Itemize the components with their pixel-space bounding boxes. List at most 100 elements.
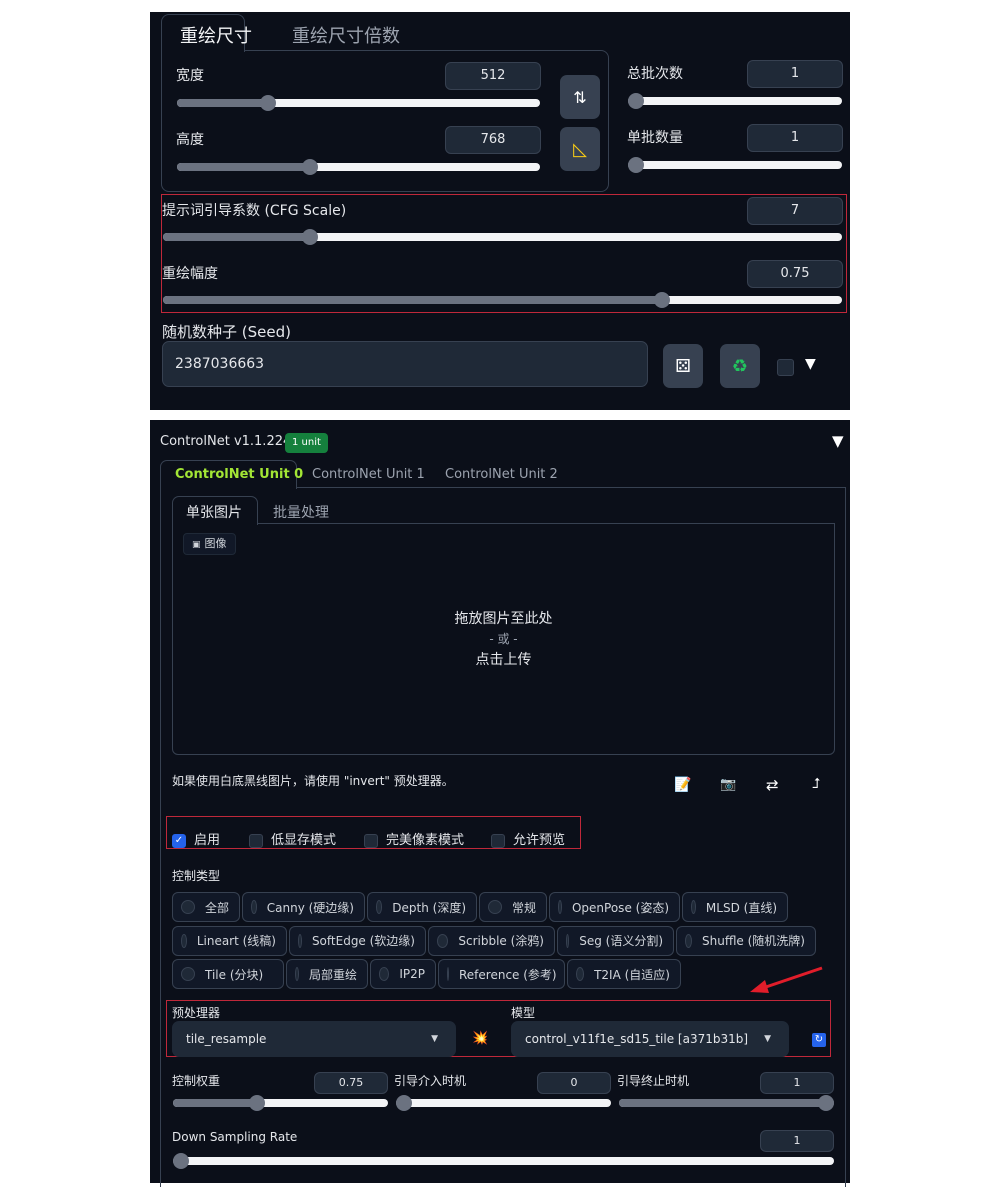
seed-label: 随机数种子 (Seed) [162, 323, 291, 341]
pixel-perfect-checkbox[interactable]: 完美像素模式 [364, 829, 464, 848]
radio-icon[interactable] [181, 933, 187, 948]
batch-size-input[interactable]: 1 [747, 124, 843, 152]
radio-icon[interactable] [437, 933, 449, 948]
slider-thumb[interactable] [818, 1095, 834, 1111]
denoise-input[interactable]: 0.75 [747, 260, 843, 288]
radio-icon[interactable] [685, 933, 692, 948]
control-type-radio[interactable]: T2IA (自适应) [567, 959, 681, 989]
enable-checkbox[interactable]: ✓ 启用 [172, 829, 220, 848]
batch-count-input[interactable]: 1 [747, 60, 843, 88]
weight-slider[interactable] [173, 1095, 388, 1111]
tab-unit-1[interactable]: ControlNet Unit 1 [312, 467, 425, 482]
collapse-toggle-icon[interactable]: ▼ [832, 432, 844, 450]
tab-unit-0-label[interactable]: ControlNet Unit 0 [175, 467, 303, 482]
controlnet-title[interactable]: ControlNet v1.1.224 [160, 434, 291, 449]
down-sampling-slider[interactable] [173, 1153, 834, 1169]
slider-thumb[interactable] [628, 157, 644, 173]
radio-icon[interactable] [295, 967, 299, 981]
control-type-radio[interactable]: Scribble (涂鸦) [428, 925, 555, 956]
checkbox-box[interactable] [491, 833, 505, 848]
control-type-radio[interactable]: OpenPose (姿态) [549, 892, 680, 922]
run-preprocessor-icon[interactable]: 💥 [472, 1031, 488, 1046]
image-drop-zone[interactable]: 拖放图片至此处 - 或 - 点击上传 [172, 560, 835, 750]
down-sampling-input[interactable]: 1 [760, 1130, 834, 1152]
control-type-radio[interactable]: IP2P [370, 959, 436, 989]
radio-icon[interactable] [379, 967, 390, 981]
reuse-seed-button[interactable]: ♻ [720, 344, 760, 388]
image-icon: ▣ [192, 540, 201, 550]
camera-icon[interactable]: 📷 [720, 777, 736, 792]
weight-input[interactable]: 0.75 [314, 1072, 388, 1094]
control-type-radio[interactable]: Depth (深度) [367, 892, 477, 922]
radio-icon[interactable] [691, 900, 696, 914]
random-seed-button[interactable]: ⚄ [663, 344, 703, 388]
control-type-radio[interactable]: 全部 [172, 892, 240, 922]
seed-input[interactable]: 2387036663 [162, 341, 648, 387]
slider-thumb[interactable] [396, 1095, 412, 1111]
extra-seed-toggle-icon[interactable]: ▼ [805, 356, 816, 372]
red-arrow-annotation [750, 966, 823, 993]
swap-icon[interactable]: ⇄ [766, 776, 779, 794]
control-type-radio[interactable]: 局部重绘 [286, 959, 368, 989]
slider-thumb[interactable] [628, 93, 644, 109]
cfg-slider[interactable] [163, 229, 842, 245]
height-slider[interactable] [177, 159, 540, 175]
batch-size-slider[interactable] [628, 157, 842, 173]
tab-resize-scale[interactable]: 重绘尺寸倍数 [292, 22, 400, 48]
control-type-radio[interactable]: SoftEdge (软边缘) [289, 925, 426, 956]
slider-thumb[interactable] [248, 1095, 265, 1111]
control-type-label: OpenPose (姿态) [571, 900, 669, 915]
control-type-radio[interactable]: MLSD (直线) [682, 892, 788, 922]
radio-icon[interactable] [488, 900, 502, 914]
radio-icon[interactable] [558, 900, 562, 914]
radio-icon[interactable] [181, 900, 195, 914]
guidance-start-slider[interactable] [396, 1095, 611, 1111]
tab-resize-label[interactable]: 重绘尺寸 [180, 22, 252, 48]
cfg-input[interactable]: 7 [747, 197, 843, 225]
guidance-end-input[interactable]: 1 [760, 1072, 834, 1094]
control-type-radio[interactable]: Reference (参考) [438, 959, 565, 989]
checkbox-checked[interactable]: ✓ [172, 833, 186, 848]
tab-batch[interactable]: 批量处理 [273, 502, 329, 522]
guidance-start-input[interactable]: 0 [537, 1072, 611, 1094]
radio-icon[interactable] [251, 900, 257, 914]
control-type-label: T2IA (自适应) [594, 967, 670, 982]
tab-unit-2[interactable]: ControlNet Unit 2 [445, 467, 558, 482]
tab-single-image-label[interactable]: 单张图片 [186, 502, 242, 522]
refresh-models-icon[interactable]: ↻ [812, 1033, 826, 1047]
preprocessor-select[interactable]: tile_resample ▼ [172, 1021, 456, 1057]
guidance-end-slider[interactable] [619, 1095, 834, 1111]
control-type-radio[interactable]: Canny (硬边缘) [242, 892, 365, 922]
send-dimensions-icon[interactable]: ⮥ [812, 776, 820, 792]
control-type-label: SoftEdge (软边缘) [311, 934, 415, 948]
allow-preview-checkbox[interactable]: 允许预览 [491, 829, 565, 848]
height-input[interactable]: 768 [445, 126, 541, 154]
radio-icon[interactable] [447, 967, 449, 981]
edit-icon[interactable]: 📝 [674, 777, 691, 793]
model-select[interactable]: control_v11f1e_sd15_tile [a371b31b] ▼ [511, 1021, 789, 1057]
swap-dimensions-button[interactable]: ⇅ [560, 75, 600, 119]
checkbox-box[interactable] [249, 833, 263, 848]
control-type-radio[interactable]: Lineart (线稿) [172, 925, 287, 956]
radio-icon[interactable] [576, 967, 585, 981]
control-type-radio[interactable]: Seg (语义分割) [557, 925, 674, 956]
control-type-radio[interactable]: Shuffle (随机洗牌) [676, 925, 816, 956]
radio-icon[interactable] [566, 933, 570, 948]
denoise-slider[interactable] [163, 292, 842, 308]
control-type-radio[interactable]: Tile (分块) [172, 959, 284, 989]
width-input[interactable]: 512 [445, 62, 541, 90]
extra-seed-checkbox[interactable] [777, 359, 794, 376]
batch-count-slider[interactable] [628, 93, 842, 109]
checkbox-label: 启用 [194, 833, 221, 848]
radio-icon[interactable] [181, 967, 195, 981]
slider-thumb[interactable] [173, 1153, 189, 1169]
low-vram-checkbox[interactable]: 低显存模式 [249, 829, 336, 848]
slider-thumb[interactable] [301, 159, 318, 175]
slider-thumb[interactable] [653, 292, 670, 308]
width-slider[interactable] [177, 95, 540, 111]
radio-icon[interactable] [376, 900, 383, 914]
checkbox-box[interactable] [364, 833, 378, 848]
radio-icon[interactable] [298, 933, 302, 948]
aspect-ratio-button[interactable]: ◺ [560, 127, 600, 171]
control-type-radio[interactable]: 常规 [479, 892, 547, 922]
